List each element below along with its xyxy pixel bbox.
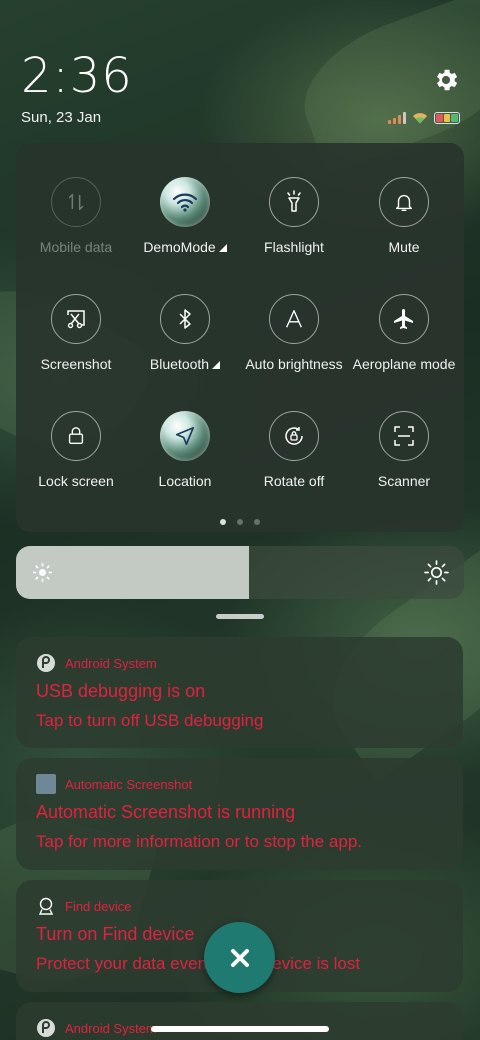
android-system-icon bbox=[36, 1018, 56, 1038]
tile-label: Lock screen bbox=[38, 473, 114, 489]
tile-label: Flashlight bbox=[264, 239, 324, 255]
mobile-data-icon bbox=[51, 177, 101, 227]
rotate-icon bbox=[269, 411, 319, 461]
notification-app-name: Android System bbox=[65, 1020, 157, 1036]
notification-app-name: Automatic Screenshot bbox=[65, 776, 193, 792]
tile-scanner[interactable]: Scanner bbox=[349, 411, 459, 489]
tile-label: Rotate off bbox=[263, 473, 325, 489]
status-icons bbox=[388, 111, 460, 124]
flashlight-icon bbox=[269, 177, 319, 227]
wifi-icon bbox=[160, 177, 210, 227]
scanner-icon bbox=[379, 411, 429, 461]
notification-app-name: Find device bbox=[65, 898, 132, 914]
airplane-icon bbox=[379, 294, 429, 344]
notification-text: Tap to turn off USB debugging bbox=[36, 711, 264, 730]
notification-header: Find device bbox=[36, 896, 131, 916]
automatic-screenshot-app-icon bbox=[36, 774, 56, 794]
quick-settings-panel: Mobile data DemoMode Flashlight Mute Scr… bbox=[16, 143, 464, 532]
location-icon bbox=[160, 411, 210, 461]
close-icon bbox=[230, 948, 249, 967]
tile-aeroplane-mode[interactable]: Aeroplane mode bbox=[349, 294, 459, 372]
tile-label: DemoMode bbox=[130, 239, 240, 255]
tile-label: Screenshot bbox=[40, 356, 112, 372]
tile-location[interactable]: Location bbox=[130, 411, 240, 489]
page-dot[interactable] bbox=[237, 519, 243, 525]
close-fab-button[interactable] bbox=[204, 922, 275, 993]
page-indicator bbox=[16, 519, 464, 525]
bluetooth-icon bbox=[160, 294, 210, 344]
notification-title: Automatic Screenshot is running bbox=[36, 802, 296, 822]
android-system-icon bbox=[36, 653, 56, 673]
notification-title: USB debugging is on bbox=[36, 681, 206, 701]
screenshot-icon bbox=[51, 294, 101, 344]
page-dot[interactable] bbox=[254, 519, 260, 525]
tile-label: Mobile data bbox=[39, 239, 113, 255]
cell-signal-icon bbox=[388, 111, 406, 124]
page-dot[interactable] bbox=[220, 519, 226, 525]
tile-label: Location bbox=[158, 473, 212, 489]
brightness-high-icon bbox=[424, 560, 449, 585]
tile-label: Aeroplane mode bbox=[352, 356, 456, 372]
notification-usb-debugging[interactable]: Android System USB debugging is on Tap t… bbox=[16, 637, 463, 748]
tile-auto-brightness[interactable]: Auto brightness bbox=[239, 294, 349, 372]
find-device-icon bbox=[36, 896, 56, 916]
clock: 2:36 bbox=[21, 48, 133, 104]
tile-flashlight[interactable]: Flashlight bbox=[239, 177, 349, 255]
tile-bluetooth[interactable]: Bluetooth bbox=[130, 294, 240, 372]
battery-icon bbox=[434, 111, 460, 124]
tile-mute[interactable]: Mute bbox=[349, 177, 459, 255]
notification-android-system[interactable]: Android System bbox=[16, 1002, 463, 1040]
lock-icon bbox=[51, 411, 101, 461]
wifi-status-icon bbox=[413, 113, 427, 124]
tile-lock-screen[interactable]: Lock screen bbox=[21, 411, 131, 489]
notification-title: Turn on Find device bbox=[36, 924, 195, 944]
expand-caret-icon[interactable] bbox=[218, 244, 227, 252]
home-indicator[interactable] bbox=[151, 1026, 329, 1032]
brightness-low-icon bbox=[32, 562, 53, 583]
tile-label: Mute bbox=[388, 239, 420, 255]
notification-text: Protect your data even if your device is… bbox=[36, 954, 361, 973]
tile-demomode[interactable]: DemoMode bbox=[130, 177, 240, 255]
notification-header: Android System bbox=[36, 1018, 157, 1038]
notification-app-name: Android System bbox=[65, 655, 157, 671]
date: Sun, 23 Jan bbox=[21, 109, 102, 126]
notification-header: Automatic Screenshot bbox=[36, 774, 192, 794]
auto-brightness-icon bbox=[269, 294, 319, 344]
drag-handle[interactable] bbox=[216, 614, 264, 619]
expand-caret-icon[interactable] bbox=[212, 361, 221, 369]
tile-label: Scanner bbox=[377, 473, 431, 489]
tile-label: Auto brightness bbox=[245, 356, 343, 372]
notification-header: Android System bbox=[36, 653, 157, 673]
tile-label: Bluetooth bbox=[130, 356, 240, 372]
tile-screenshot[interactable]: Screenshot bbox=[21, 294, 131, 372]
settings-gear-icon[interactable] bbox=[432, 66, 460, 94]
brightness-slider[interactable] bbox=[16, 546, 464, 599]
notification-automatic-screenshot[interactable]: Automatic Screenshot Automatic Screensho… bbox=[16, 758, 463, 870]
tile-mobile-data[interactable]: Mobile data bbox=[21, 177, 131, 255]
notification-text: Tap for more information or to stop the … bbox=[36, 832, 363, 851]
bell-icon bbox=[379, 177, 429, 227]
tile-rotate-off[interactable]: Rotate off bbox=[239, 411, 349, 489]
